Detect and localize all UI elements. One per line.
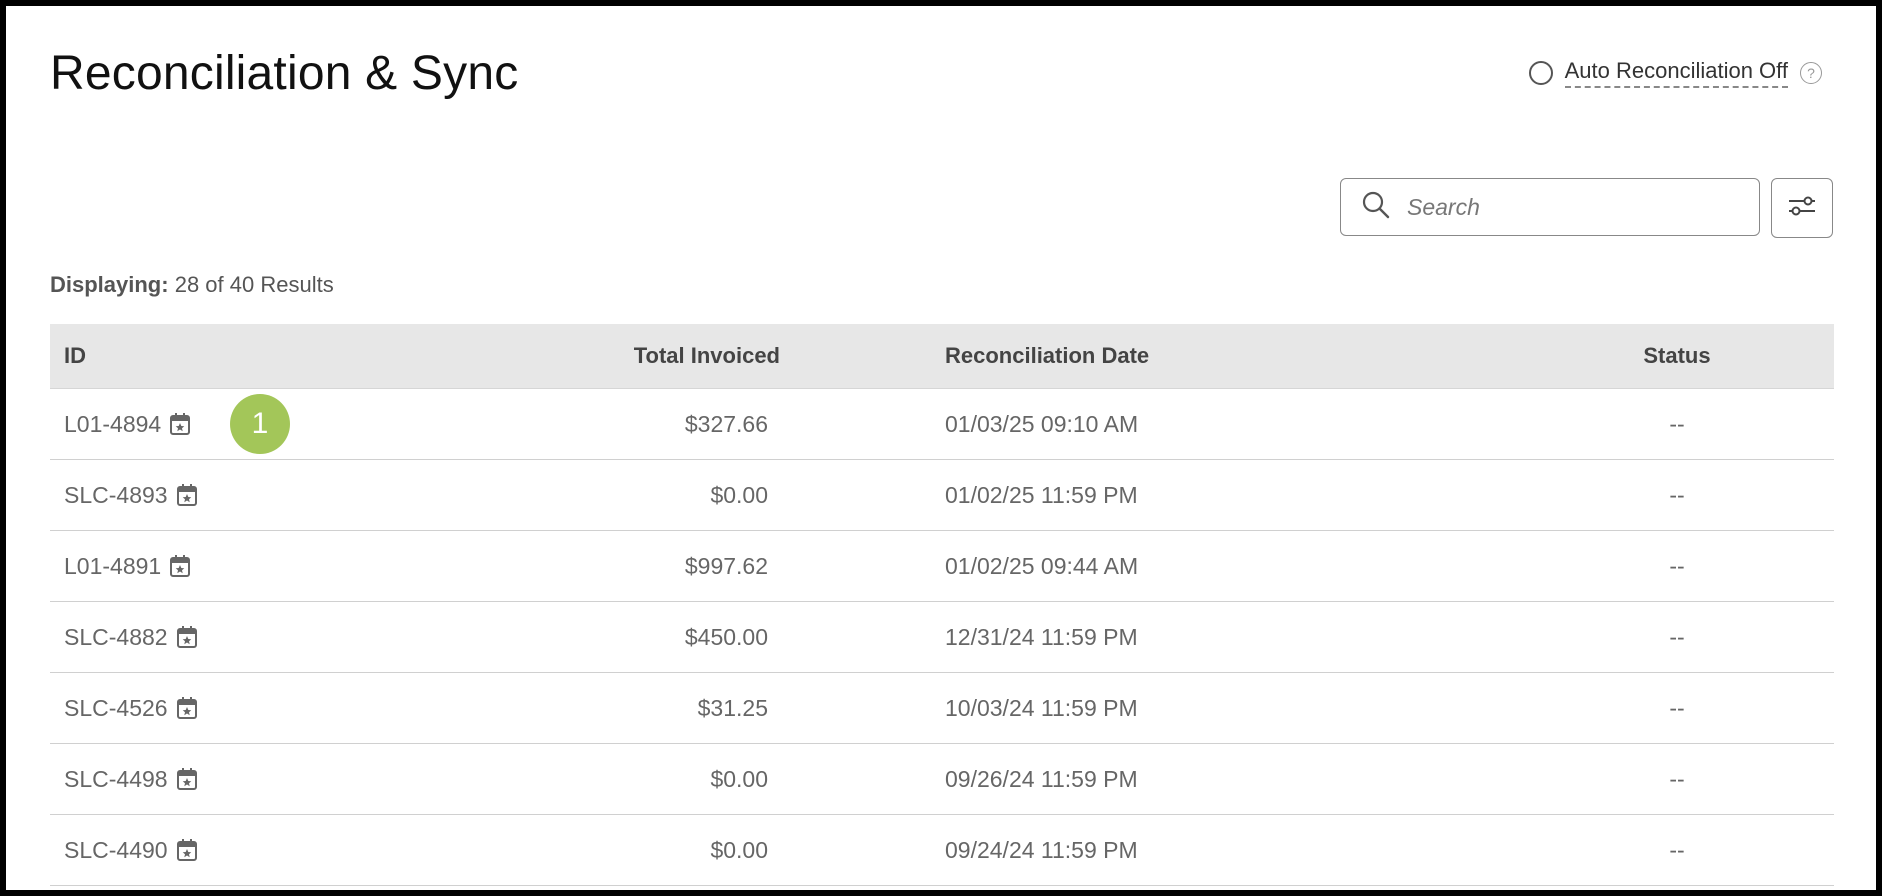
row-id[interactable]: SLC-4882 [64, 624, 168, 651]
calendar-star-icon [176, 767, 198, 791]
calendar-star-icon [169, 554, 191, 578]
row-total-invoiced: $0.00 [710, 836, 768, 863]
row-status: -- [1669, 481, 1685, 508]
row-total-invoiced: $327.66 [684, 410, 768, 437]
row-status: -- [1669, 694, 1685, 721]
sliders-icon [1787, 194, 1817, 223]
table-row[interactable]: SLC-4882 $450.00 12/31/24 11:59 PM -- [50, 602, 1834, 673]
row-id-cell: L01-4894 1 [50, 394, 370, 454]
column-header-reconciliation-date[interactable]: Reconciliation Date [780, 343, 1580, 369]
calendar-star-icon [176, 483, 198, 507]
table-row[interactable]: SLC-4498 $0.00 09/26/24 11:59 PM -- [50, 744, 1834, 815]
row-id[interactable]: L01-4891 [64, 553, 161, 580]
row-id-cell: SLC-4490 [50, 837, 370, 864]
step-marker-badge: 1 [230, 394, 290, 454]
row-id-cell: SLC-4498 [50, 766, 370, 793]
row-id[interactable]: SLC-4893 [64, 482, 168, 509]
row-status: -- [1669, 623, 1685, 650]
search-field[interactable] [1340, 178, 1760, 236]
row-id-cell: SLC-4526 [50, 695, 370, 722]
row-total-invoiced: $0.00 [710, 481, 768, 508]
filter-button[interactable] [1771, 178, 1833, 238]
row-reconciliation-date: 01/03/25 09:10 AM [945, 410, 1139, 437]
row-status: -- [1669, 552, 1685, 579]
results-text: 28 of 40 Results [174, 272, 334, 297]
help-icon[interactable]: ? [1800, 62, 1822, 84]
column-header-id[interactable]: ID [50, 343, 370, 369]
row-total-invoiced: $450.00 [684, 623, 768, 650]
auto-reconciliation-toggle[interactable]: Auto Reconciliation Off ? [1528, 58, 1822, 88]
table-row[interactable]: L01-4894 1 $327.66 01/03/25 09:10 AM -- [50, 389, 1834, 460]
row-reconciliation-date: 01/02/25 09:44 AM [945, 552, 1139, 579]
row-status: -- [1669, 836, 1685, 863]
results-count: Displaying: 28 of 40 Results [50, 272, 334, 298]
auto-reconciliation-radio[interactable] [1528, 61, 1553, 85]
row-status: -- [1669, 765, 1685, 792]
row-total-invoiced: $997.62 [684, 552, 768, 579]
search-icon [1361, 190, 1391, 225]
row-id[interactable]: SLC-4498 [64, 766, 168, 793]
row-total-invoiced: $31.25 [697, 694, 768, 721]
row-id-cell: SLC-4893 [50, 482, 370, 509]
row-reconciliation-date: 09/24/24 11:59 PM [945, 836, 1138, 863]
main-panel: Reconciliation & Sync Auto Reconciliatio… [6, 6, 1876, 890]
row-id[interactable]: SLC-4526 [64, 695, 168, 722]
row-status: -- [1669, 410, 1685, 437]
table-header: ID Total Invoiced Reconciliation Date St… [50, 324, 1834, 389]
results-label: Displaying: [50, 272, 169, 297]
auto-reconciliation-label[interactable]: Auto Reconciliation Off [1564, 58, 1788, 88]
table-body: L01-4894 1 $327.66 01/03/25 09:10 AM -- … [50, 389, 1834, 886]
reconciliation-table: ID Total Invoiced Reconciliation Date St… [50, 324, 1834, 886]
calendar-star-icon [176, 838, 198, 862]
search-input[interactable] [1405, 192, 1749, 222]
column-header-status[interactable]: Status [1580, 343, 1834, 369]
table-row[interactable]: L01-4891 $997.62 01/02/25 09:44 AM -- [50, 531, 1834, 602]
calendar-star-icon [176, 696, 198, 720]
row-id[interactable]: L01-4894 [64, 411, 161, 438]
calendar-star-icon [169, 412, 191, 436]
row-reconciliation-date: 01/02/25 11:59 PM [945, 481, 1138, 508]
row-id[interactable]: SLC-4490 [64, 837, 168, 864]
row-reconciliation-date: 12/31/24 11:59 PM [945, 623, 1138, 650]
row-reconciliation-date: 09/26/24 11:59 PM [945, 765, 1138, 792]
row-id-cell: L01-4891 [50, 553, 370, 580]
page-title: Reconciliation & Sync [50, 47, 519, 100]
table-row[interactable]: SLC-4526 $31.25 10/03/24 11:59 PM -- [50, 673, 1834, 744]
calendar-star-icon [176, 625, 198, 649]
row-reconciliation-date: 10/03/24 11:59 PM [945, 694, 1138, 721]
row-id-cell: SLC-4882 [50, 624, 370, 651]
row-total-invoiced: $0.00 [710, 765, 768, 792]
table-row[interactable]: SLC-4490 $0.00 09/24/24 11:59 PM -- [50, 815, 1834, 886]
column-header-total-invoiced[interactable]: Total Invoiced [370, 343, 780, 369]
table-row[interactable]: SLC-4893 $0.00 01/02/25 11:59 PM -- [50, 460, 1834, 531]
